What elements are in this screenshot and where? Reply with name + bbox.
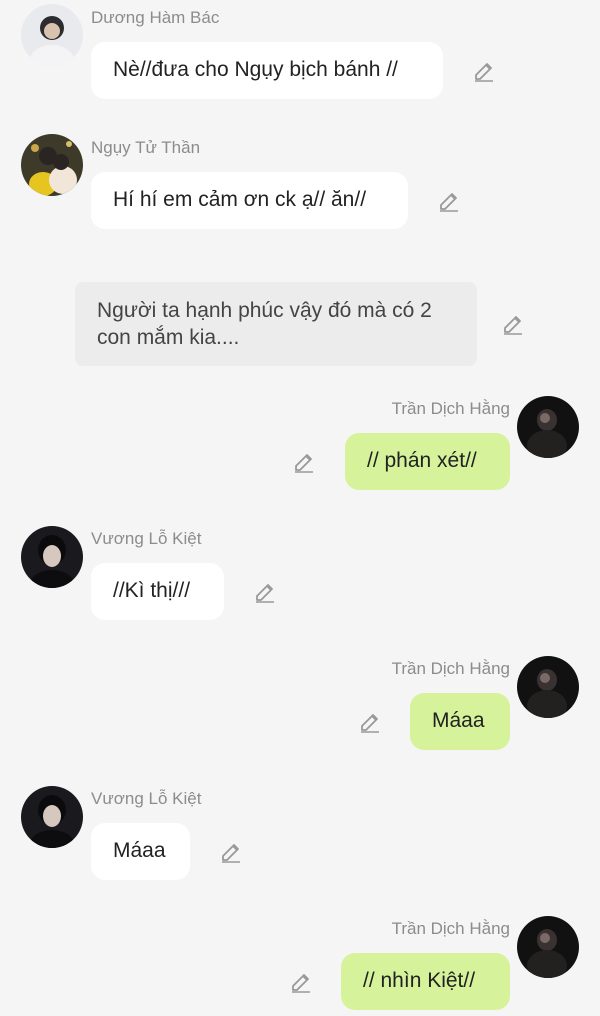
- pencil-icon[interactable]: [289, 970, 313, 994]
- pencil-icon[interactable]: [253, 580, 277, 604]
- sender-name: Dương Hàm Bác: [91, 8, 220, 27]
- pencil-icon[interactable]: [501, 312, 525, 336]
- sender-name: Vương Lỗ Kiệt: [91, 529, 202, 548]
- pencil-icon[interactable]: [292, 450, 316, 474]
- avatar[interactable]: [21, 4, 83, 66]
- avatar[interactable]: [517, 916, 579, 978]
- message-bubble[interactable]: //Kì thị///: [91, 563, 224, 620]
- sender-name: Ngụy Tử Thần: [91, 138, 201, 157]
- message-bubble[interactable]: // nhìn Kiệt//: [341, 953, 510, 1010]
- pencil-icon[interactable]: [472, 59, 496, 83]
- message-bubble[interactable]: Hí hí em cảm ơn ck ạ// ăn//: [91, 172, 408, 229]
- chat-thread: Dương Hàm Bác Nè//đưa cho Ngụy bịch bánh…: [0, 0, 600, 1016]
- pencil-icon[interactable]: [358, 710, 382, 734]
- sender-name: Trần Dịch Hằng: [391, 399, 510, 418]
- message-bubble[interactable]: Máaa: [91, 823, 190, 880]
- pencil-icon[interactable]: [219, 840, 243, 864]
- avatar[interactable]: [21, 526, 83, 588]
- avatar[interactable]: [517, 656, 579, 718]
- message-bubble[interactable]: // phán xét//: [345, 433, 510, 490]
- pencil-icon[interactable]: [437, 189, 461, 213]
- message-bubble[interactable]: Nè//đưa cho Ngụy bịch bánh //: [91, 42, 443, 99]
- avatar[interactable]: [517, 396, 579, 458]
- avatar[interactable]: [21, 134, 83, 196]
- avatar[interactable]: [21, 786, 83, 848]
- sender-name: Vương Lỗ Kiệt: [91, 789, 202, 808]
- sender-name: Trần Dịch Hằng: [391, 919, 510, 938]
- message-bubble[interactable]: Máaa: [410, 693, 510, 750]
- sender-name: Trần Dịch Hằng: [391, 659, 510, 678]
- narration-bubble[interactable]: Người ta hạnh phúc vậy đó mà có 2 con mắ…: [75, 282, 477, 366]
